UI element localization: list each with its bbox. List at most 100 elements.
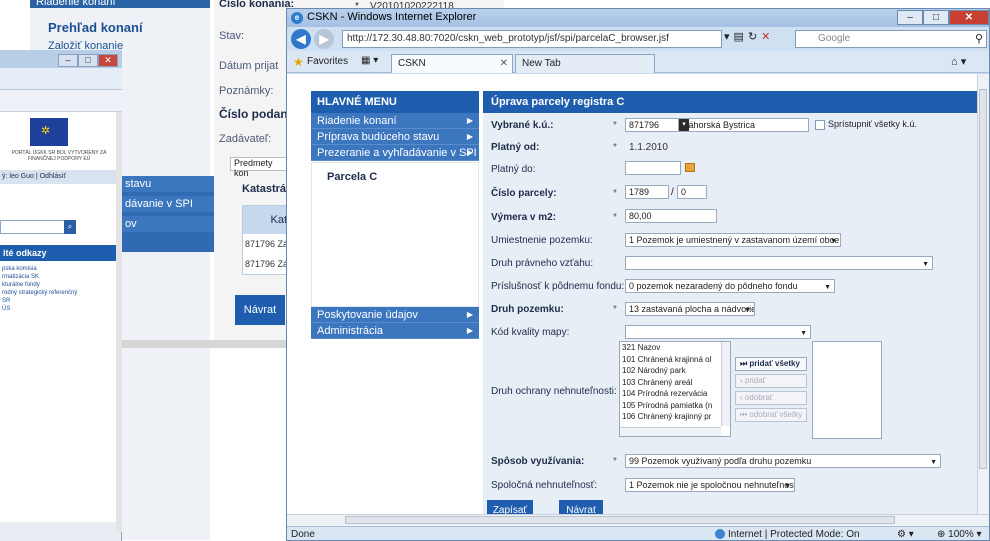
add-all-button[interactable]: ⏭ pridať všetky xyxy=(735,357,807,371)
search-icon[interactable]: ⌕ xyxy=(64,220,76,234)
druh-pozemku-value: 13 zastavaná plocha a nádvorie xyxy=(629,304,755,314)
dropdown-icon[interactable]: ▾ xyxy=(724,30,730,43)
page-vertical-thumb[interactable] xyxy=(979,89,987,469)
add-button[interactable]: › pridať xyxy=(735,374,807,388)
tab-cskn[interactable]: CSKN ✕ xyxy=(391,54,513,73)
ku-code-input[interactable]: 871796 xyxy=(625,118,679,132)
refresh-icon[interactable]: ↻ xyxy=(748,30,757,43)
status-bar: Done Internet | Protected Mode: On ⚙ ▾ ⊕… xyxy=(287,526,989,540)
menu-item-poskytovanie[interactable]: Poskytovanie údajov ▶ xyxy=(311,307,479,323)
list-item[interactable]: 106 Chránený krajinný pr xyxy=(620,411,730,423)
bg-menu-item[interactable]: stavu xyxy=(122,176,214,192)
bg-left-link[interactable]: pska komisia xyxy=(2,266,37,272)
sposob-vyuzivania-value: 99 Pozemok využívaný podľa druhu pozemku xyxy=(629,456,812,466)
bg-left-link[interactable]: rodný strategický referenčný xyxy=(2,290,77,296)
list-item[interactable]: 105 Prírodná pamiatka (n xyxy=(620,400,730,412)
parcel-number-input[interactable]: 1789 xyxy=(625,185,669,199)
umiestnenie-select[interactable]: 1 Pozemok je umiestnený v zastavanom úze… xyxy=(625,233,841,247)
menu-item-administracia[interactable]: Administrácia ▶ xyxy=(311,323,479,339)
platny-od-value: 1.1.2010 xyxy=(629,142,668,153)
favorites-star-icon[interactable]: ★ xyxy=(293,55,304,69)
remove-button[interactable]: ‹ odobrať xyxy=(735,391,807,405)
ochrana-selected-list[interactable] xyxy=(812,341,882,439)
label-spolocna: Spoločná nehnuteľnosť: xyxy=(491,480,598,491)
required-mark: * xyxy=(613,304,617,315)
table-row[interactable]: 871796 Zá xyxy=(243,254,291,274)
menu-item-prezeranie[interactable]: Prezeranie a vyhľadávanie v SPI ▶ xyxy=(311,145,479,161)
minimize-icon[interactable]: – xyxy=(58,54,78,67)
protected-mode-icon[interactable]: ⚙ ▾ xyxy=(897,529,914,540)
eu-flag-icon: ✲ xyxy=(30,118,68,146)
ochrana-available-list[interactable]: 321 Nazov 101 Chránená krajinná ol 102 N… xyxy=(619,341,731,437)
spolocna-select[interactable]: 1 Pozemok nie je spoločnou nehnuteľnosťo… xyxy=(625,478,795,492)
submenu-item-parcela-c[interactable]: Parcela C xyxy=(327,171,377,183)
list-item[interactable]: 103 Chránený areál xyxy=(620,377,730,389)
bg-label-case-number: Číslo konania: xyxy=(219,0,295,10)
table-row[interactable]: 871796 Zá xyxy=(243,234,291,254)
prislusnost-select[interactable]: 0 pozemok nezaradený do pôdneho fondu ▼ xyxy=(625,279,835,293)
zoom-control[interactable]: ⊕ 100% ▾ xyxy=(937,529,982,540)
favorites-button[interactable]: Favorites xyxy=(307,56,348,67)
ku-name-select[interactable]: Záhorská Bystrica xyxy=(679,118,809,132)
remove-all-button[interactable]: ⏮ odobrať všetky xyxy=(735,408,807,422)
minimize-button[interactable]: – xyxy=(897,10,923,25)
bg-left-link[interactable]: rmatizácia SK xyxy=(2,274,39,280)
list-vertical-scrollbar[interactable] xyxy=(721,342,730,426)
close-icon[interactable]: ✕ xyxy=(500,58,508,69)
list-item[interactable]: 104 Prírodná rezervácia xyxy=(620,388,730,400)
security-zone[interactable]: Internet | Protected Mode: On xyxy=(715,529,860,540)
maximize-button[interactable]: □ xyxy=(923,10,949,25)
stop-icon[interactable]: ✕ xyxy=(761,30,770,43)
checkbox-all-ku[interactable] xyxy=(815,120,825,130)
bg-left-link[interactable]: ÚS xyxy=(2,306,10,312)
home-icon[interactable]: ⌂ ▾ xyxy=(951,55,966,68)
quick-tabs-icon[interactable]: ▦ ▾ xyxy=(361,55,378,66)
compat-view-icon[interactable]: ▤ xyxy=(734,30,744,43)
bg-scrollbar[interactable] xyxy=(122,340,292,348)
page-horizontal-thumb[interactable] xyxy=(345,516,895,524)
bg-menu-item[interactable]: dávanie v SPI xyxy=(122,196,214,212)
bg-left-scrollbar[interactable] xyxy=(116,112,122,532)
label-prislusnost: Príslušnosť k pôdnemu fondu: xyxy=(491,281,625,292)
parcel-sub-input[interactable]: 0 xyxy=(677,185,707,199)
calendar-icon[interactable] xyxy=(685,163,695,172)
required-mark: * xyxy=(613,212,617,223)
list-horizontal-scrollbar[interactable] xyxy=(620,427,721,436)
bg-menu-item[interactable]: ov xyxy=(122,216,214,232)
bg-back-button[interactable]: Návrat xyxy=(235,295,285,325)
area-input[interactable]: 80,00 xyxy=(625,209,717,223)
maximize-icon[interactable]: □ xyxy=(78,54,98,67)
chevron-right-icon: ▶ xyxy=(466,116,473,125)
sposob-vyuzivania-select[interactable]: 99 Pozemok využívaný podľa druhu pozemku… xyxy=(625,454,941,468)
main-menu-header: HLAVNÉ MENU xyxy=(311,91,479,113)
bg-nav-header-label: Riadenie konaní xyxy=(36,0,116,8)
list-item[interactable]: 102 Národný park xyxy=(620,365,730,377)
window-title: CSKN - Windows Internet Explorer xyxy=(307,11,477,23)
tab-new[interactable]: New Tab xyxy=(515,54,655,73)
bg-left-link[interactable]: SR xyxy=(2,298,10,304)
menu-item-priprava[interactable]: Príprava budúceho stavu ▶ xyxy=(311,129,479,145)
bg-left-link[interactable]: kturálne fondy xyxy=(2,282,40,288)
close-icon[interactable]: ✕ xyxy=(98,54,118,67)
back-arrow-icon[interactable]: ◀ xyxy=(291,29,311,49)
ie-logo-icon: e xyxy=(291,12,303,24)
list-item[interactable]: 101 Chránená krajinná ol xyxy=(620,354,730,366)
platny-do-input[interactable] xyxy=(625,161,681,175)
forward-arrow-icon[interactable]: ▶ xyxy=(314,29,334,49)
chevron-down-icon[interactable]: ▾ xyxy=(679,119,689,131)
bg-left-user-line[interactable]: ý: leo Guo | Odhlásiť xyxy=(0,170,116,184)
list-item[interactable]: 321 Nazov xyxy=(620,342,730,354)
menu-item-riadenie[interactable]: Riadenie konaní ▶ xyxy=(311,113,479,129)
required-mark: * xyxy=(613,120,617,131)
ku-name-value: Záhorská Bystrica xyxy=(683,120,756,130)
druh-pravneho-select[interactable]: ▼ xyxy=(625,256,933,270)
search-icon[interactable]: ⚲ xyxy=(975,32,983,45)
zoom-icon: ⊕ xyxy=(937,529,949,540)
bg-tab-predmety[interactable]: Predmety kon xyxy=(230,157,290,178)
close-button[interactable]: ✕ xyxy=(949,10,989,25)
kod-kvality-select[interactable]: ▼ xyxy=(625,325,811,339)
tab-bar: ★ Favorites ▦ ▾ CSKN ✕ New Tab ⌂ ▾ xyxy=(287,51,989,73)
search-input[interactable]: Google xyxy=(795,30,987,48)
address-input[interactable]: http://172.30.48.80:7020/cskn_web_protot… xyxy=(342,30,722,48)
druh-pozemku-select[interactable]: 13 zastavaná plocha a nádvorie ▼ xyxy=(625,302,755,316)
